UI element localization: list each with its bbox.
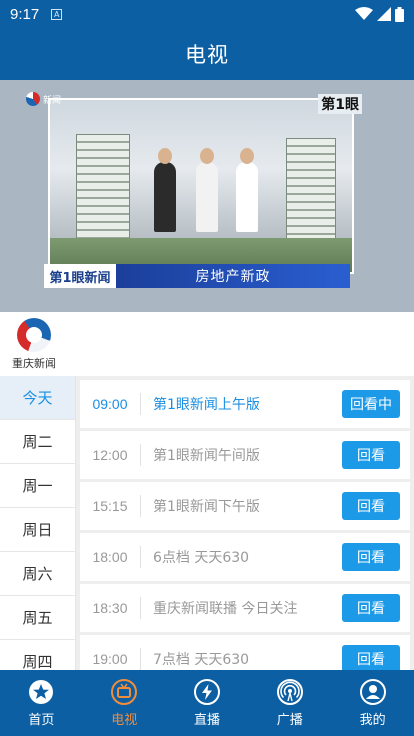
cq-news-logo-icon — [17, 318, 51, 352]
program-time: 18:00 — [92, 549, 128, 565]
building-model — [286, 138, 336, 242]
channel-bar: 重庆新闻 — [0, 312, 414, 376]
bottom-tab-bar: 首页 电视 直播 广播 我的 — [0, 670, 414, 736]
tab-label: 首页 — [28, 712, 55, 728]
person-figure — [154, 162, 176, 232]
app-bar: 电视 — [0, 28, 414, 80]
program-time: 19:00 — [92, 651, 128, 667]
signal-icon — [377, 7, 391, 21]
program-row[interactable]: 15:15 第1眼新闻下午版 回看 — [80, 482, 410, 530]
program-time: 12:00 — [92, 447, 128, 463]
program-watermark: 第1眼 — [318, 94, 362, 114]
tab-me[interactable]: 我的 — [331, 670, 414, 736]
video-frame — [48, 98, 354, 274]
program-title: 7点档 天天630 — [153, 652, 250, 668]
tab-live[interactable]: 直播 — [166, 670, 249, 736]
program-row[interactable]: 18:00 6点档 天天630 回看 — [80, 533, 410, 581]
program-row[interactable]: 09:00 第1眼新闻上午版 回看中 — [80, 380, 410, 428]
building-model — [76, 134, 130, 242]
program-title: 第1眼新闻午间版 — [153, 448, 260, 464]
replay-button[interactable]: 回看 — [342, 594, 400, 622]
program-title: 重庆新闻联播 今日关注 — [153, 601, 298, 617]
day-list: 今天 周二 周一 周日 周六 周五 周四 — [0, 376, 76, 670]
notification-badge: A — [51, 8, 63, 20]
program-title: 第1眼新闻下午版 — [153, 499, 260, 515]
video-player[interactable]: 新闻 第1眼 第1眼新闻 房地产新政 — [0, 80, 414, 312]
day-item[interactable]: 周一 — [0, 464, 75, 508]
lower-third-logo: 第1眼新闻 — [44, 264, 116, 288]
replay-button[interactable]: 回看 — [342, 492, 400, 520]
battery-icon — [395, 6, 404, 22]
channel-watermark: 新闻 — [26, 92, 61, 106]
program-time: 15:15 — [92, 498, 128, 514]
channel-name: 重庆新闻 — [12, 357, 56, 370]
tv-icon — [111, 678, 138, 705]
program-list: 09:00 第1眼新闻上午版 回看中 12:00 第1眼新闻午间版 回看 15:… — [80, 376, 414, 670]
lower-third: 第1眼新闻 房地产新政 — [44, 264, 350, 288]
tab-radio[interactable]: 广播 — [248, 670, 331, 736]
day-item[interactable]: 周日 — [0, 508, 75, 552]
wifi-icon — [355, 7, 373, 20]
day-item[interactable]: 周四 — [0, 640, 75, 670]
lightning-icon — [193, 678, 220, 705]
day-item[interactable]: 周六 — [0, 552, 75, 596]
person-figure — [236, 162, 258, 232]
tab-label: 电视 — [111, 712, 138, 728]
person-figure — [196, 162, 218, 232]
tab-label: 直播 — [193, 712, 220, 728]
program-row[interactable]: 18:30 重庆新闻联播 今日关注 回看 — [80, 584, 410, 632]
replay-button[interactable]: 回看中 — [342, 390, 400, 418]
radio-signal-icon — [276, 678, 303, 705]
person-head — [158, 148, 172, 164]
status-time: 9:17 — [10, 5, 40, 23]
program-time: 18:30 — [92, 600, 128, 616]
program-time: 09:00 — [92, 396, 128, 412]
user-icon — [359, 678, 386, 705]
day-item[interactable]: 今天 — [0, 376, 75, 420]
status-bar: 9:17 A — [0, 0, 414, 28]
tab-tv[interactable]: 电视 — [83, 670, 166, 736]
replay-button[interactable]: 回看 — [342, 543, 400, 571]
status-icons — [355, 6, 404, 22]
lower-third-title: 房地产新政 — [116, 264, 350, 288]
day-item[interactable]: 周五 — [0, 596, 75, 640]
replay-button[interactable]: 回看 — [342, 441, 400, 469]
tab-label: 我的 — [359, 712, 386, 728]
star-icon — [29, 679, 54, 704]
program-row[interactable]: 19:00 7点档 天天630 回看 — [80, 635, 410, 670]
program-row[interactable]: 12:00 第1眼新闻午间版 回看 — [80, 431, 410, 479]
channel-logo[interactable]: 重庆新闻 — [8, 318, 60, 371]
cq-news-logo-icon — [26, 92, 40, 106]
person-head — [200, 148, 214, 164]
program-title: 6点档 天天630 — [153, 550, 250, 566]
person-head — [240, 148, 254, 164]
tab-home[interactable]: 首页 — [0, 670, 83, 736]
day-item[interactable]: 周二 — [0, 420, 75, 464]
page-title: 电视 — [185, 43, 229, 67]
replay-button[interactable]: 回看 — [342, 645, 400, 670]
tab-label: 广播 — [276, 712, 303, 728]
program-title: 第1眼新闻上午版 — [153, 397, 260, 413]
